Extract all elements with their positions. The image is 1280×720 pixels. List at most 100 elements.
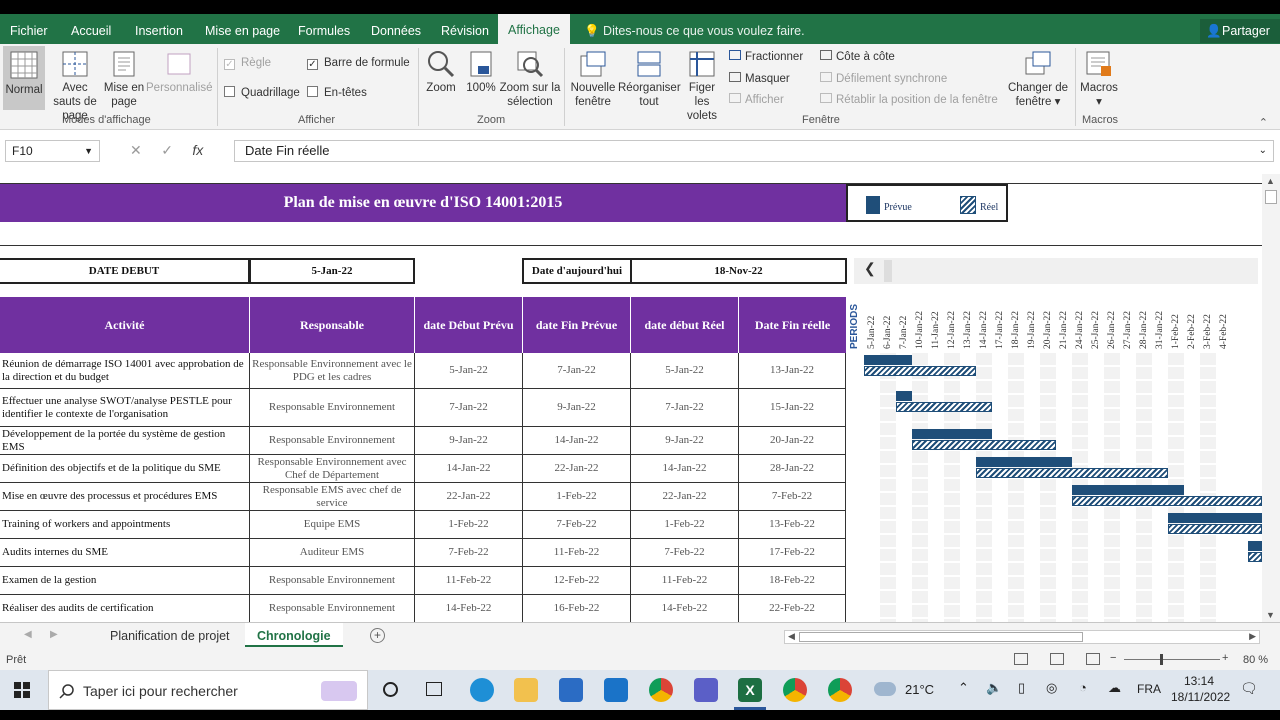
debut-prevu-cell[interactable]: 22-Jan-22: [415, 483, 523, 510]
sync-scroll-button[interactable]: Défilement synchrone: [820, 72, 947, 85]
unhide-button[interactable]: Afficher: [729, 93, 784, 106]
device-icon[interactable]: ▯: [1018, 680, 1025, 696]
zoom-in-icon[interactable]: +: [1222, 652, 1228, 664]
debut-prevu-cell[interactable]: 11-Feb-22: [415, 567, 523, 594]
share-button[interactable]: 👤 Partager: [1200, 19, 1280, 43]
macros-button[interactable]: Macros ▾: [1078, 50, 1120, 109]
fin-reelle-cell[interactable]: 20-Jan-22: [739, 427, 846, 454]
scroll-down-icon[interactable]: ▼: [1266, 610, 1275, 620]
fin-prevue-cell[interactable]: 1-Feb-22: [523, 483, 631, 510]
debut-reel-cell[interactable]: 14-Feb-22: [631, 595, 739, 622]
activity-cell[interactable]: Développement de la portée du système de…: [0, 427, 250, 454]
tab-mise-en-page[interactable]: Mise en page: [205, 14, 280, 44]
responsable-cell[interactable]: Responsable Environnement: [250, 595, 415, 622]
tell-me-search[interactable]: 💡 Dites-nous ce que vous voulez faire.: [584, 14, 805, 44]
debut-prevu-cell[interactable]: 5-Jan-22: [415, 353, 523, 388]
zoom-selection-button[interactable]: Zoom sur la sélection: [499, 50, 561, 109]
responsable-cell[interactable]: Equipe EMS: [250, 511, 415, 538]
speaker-icon[interactable]: 🔈: [986, 680, 1002, 696]
vertical-scrollbar[interactable]: ▲ ▼: [1262, 174, 1280, 622]
reset-position-button[interactable]: Rétablir la position de la fenêtre: [820, 93, 998, 106]
debut-reel-cell[interactable]: 1-Feb-22: [631, 511, 739, 538]
mail-icon[interactable]: [604, 678, 628, 702]
date-debut-value[interactable]: 5-Jan-22: [249, 258, 415, 284]
responsable-cell[interactable]: Responsable Environnement: [250, 389, 415, 426]
debut-reel-cell[interactable]: 22-Jan-22: [631, 483, 739, 510]
responsable-cell[interactable]: Responsable Environnement avec Chef de D…: [250, 455, 415, 482]
split-button[interactable]: Fractionner: [729, 50, 803, 63]
gantt-scroll-strip[interactable]: ❮: [854, 258, 1258, 284]
fin-reelle-cell[interactable]: 22-Feb-22: [739, 595, 846, 622]
fin-reelle-cell[interactable]: 28-Jan-22: [739, 455, 846, 482]
fin-prevue-cell[interactable]: 9-Jan-22: [523, 389, 631, 426]
file-explorer-icon[interactable]: [514, 678, 538, 702]
tab-affichage[interactable]: Affichage: [498, 14, 570, 44]
fin-reelle-cell[interactable]: 18-Feb-22: [739, 567, 846, 594]
side-by-side-button[interactable]: Côte à côte: [820, 50, 895, 63]
fin-reelle-cell[interactable]: 13-Jan-22: [739, 353, 846, 388]
fin-prevue-cell[interactable]: 7-Feb-22: [523, 511, 631, 538]
chevron-up-icon[interactable]: ⌃: [958, 680, 969, 696]
debut-prevu-cell[interactable]: 9-Jan-22: [415, 427, 523, 454]
scroll-thumb[interactable]: [884, 260, 892, 282]
scroll-left-icon[interactable]: ◀: [788, 631, 795, 642]
notification-icon[interactable]: 🗨: [1240, 680, 1258, 697]
tab-donnees[interactable]: Données: [371, 14, 421, 44]
tab-revision[interactable]: Révision: [441, 14, 489, 44]
debut-reel-cell[interactable]: 9-Jan-22: [631, 427, 739, 454]
chevron-left-icon[interactable]: ❮: [864, 261, 876, 278]
debut-reel-cell[interactable]: 7-Feb-22: [631, 539, 739, 566]
zoom-slider[interactable]: [1124, 654, 1220, 665]
fin-prevue-cell[interactable]: 22-Jan-22: [523, 455, 631, 482]
responsable-cell[interactable]: Responsable Environnement: [250, 567, 415, 594]
activity-cell[interactable]: Mise en œuvre des processus et procédure…: [0, 483, 250, 510]
teams-icon[interactable]: [694, 678, 718, 702]
debut-prevu-cell[interactable]: 14-Feb-22: [415, 595, 523, 622]
debut-reel-cell[interactable]: 5-Jan-22: [631, 353, 739, 388]
debut-reel-cell[interactable]: 14-Jan-22: [631, 455, 739, 482]
tab-formules[interactable]: Formules: [298, 14, 350, 44]
activity-cell[interactable]: Définition des objectifs et de la politi…: [0, 455, 250, 482]
sheet-tab-chronologie[interactable]: Chronologie: [245, 623, 343, 647]
fin-reelle-cell[interactable]: 15-Jan-22: [739, 389, 846, 426]
zoom-100-button[interactable]: 100%: [463, 50, 499, 95]
tab-fichier[interactable]: Fichier: [10, 14, 48, 44]
ruler-checkbox[interactable]: ✓ Règle: [224, 57, 271, 70]
activity-cell[interactable]: Audits internes du SME: [0, 539, 250, 566]
fin-reelle-cell[interactable]: 13-Feb-22: [739, 511, 846, 538]
language-indicator[interactable]: FRA: [1137, 682, 1161, 696]
page-layout-view-icon[interactable]: [1050, 653, 1064, 665]
activity-cell[interactable]: Examen de la gestion: [0, 567, 250, 594]
worksheet-area[interactable]: Plan de mise en œuvre d'ISO 14001:2015 P…: [0, 174, 1262, 622]
scroll-up-icon[interactable]: ▲: [1266, 176, 1275, 186]
fin-prevue-cell[interactable]: 7-Jan-22: [523, 353, 631, 388]
page-break-view-button[interactable]: Avec sauts de page: [47, 50, 103, 123]
cancel-icon[interactable]: ✕: [130, 142, 142, 158]
zoom-percentage[interactable]: 80 %: [1243, 654, 1268, 666]
responsable-cell[interactable]: Responsable EMS avec chef de service: [250, 483, 415, 510]
switch-window-button[interactable]: Changer de fenêtre ▾: [1006, 50, 1070, 109]
zoom-out-icon[interactable]: −: [1110, 652, 1116, 664]
activity-cell[interactable]: Effectuer une analyse SWOT/analyse PESTL…: [0, 389, 250, 426]
horizontal-scrollbar[interactable]: ◀ ▶: [784, 630, 1260, 644]
scroll-right-icon[interactable]: ▶: [1249, 631, 1256, 642]
fin-reelle-cell[interactable]: 17-Feb-22: [739, 539, 846, 566]
excel-icon[interactable]: X: [738, 678, 762, 702]
headings-checkbox[interactable]: En-têtes: [307, 86, 367, 99]
taskbar-search[interactable]: Taper ici pour rechercher: [48, 670, 368, 710]
debut-prevu-cell[interactable]: 14-Jan-22: [415, 455, 523, 482]
normal-view-icon[interactable]: [1014, 653, 1028, 665]
zoom-slider-thumb[interactable]: [1160, 654, 1163, 665]
weather-cloud-icon[interactable]: [874, 682, 896, 696]
fin-prevue-cell[interactable]: 16-Feb-22: [523, 595, 631, 622]
activity-cell[interactable]: Training of workers and appointments: [0, 511, 250, 538]
new-window-button[interactable]: Nouvelle fenêtre: [569, 50, 617, 109]
tab-accueil[interactable]: Accueil: [71, 14, 111, 44]
fin-reelle-cell[interactable]: 7-Feb-22: [739, 483, 846, 510]
cloud-icon[interactable]: ☁: [1108, 680, 1121, 696]
collapse-ribbon-icon[interactable]: ⌃: [1259, 116, 1268, 129]
debut-reel-cell[interactable]: 11-Feb-22: [631, 567, 739, 594]
freeze-panes-button[interactable]: Figer les volets: [680, 50, 724, 123]
cortana-icon[interactable]: [383, 682, 398, 697]
chrome-icon[interactable]: [649, 678, 673, 702]
